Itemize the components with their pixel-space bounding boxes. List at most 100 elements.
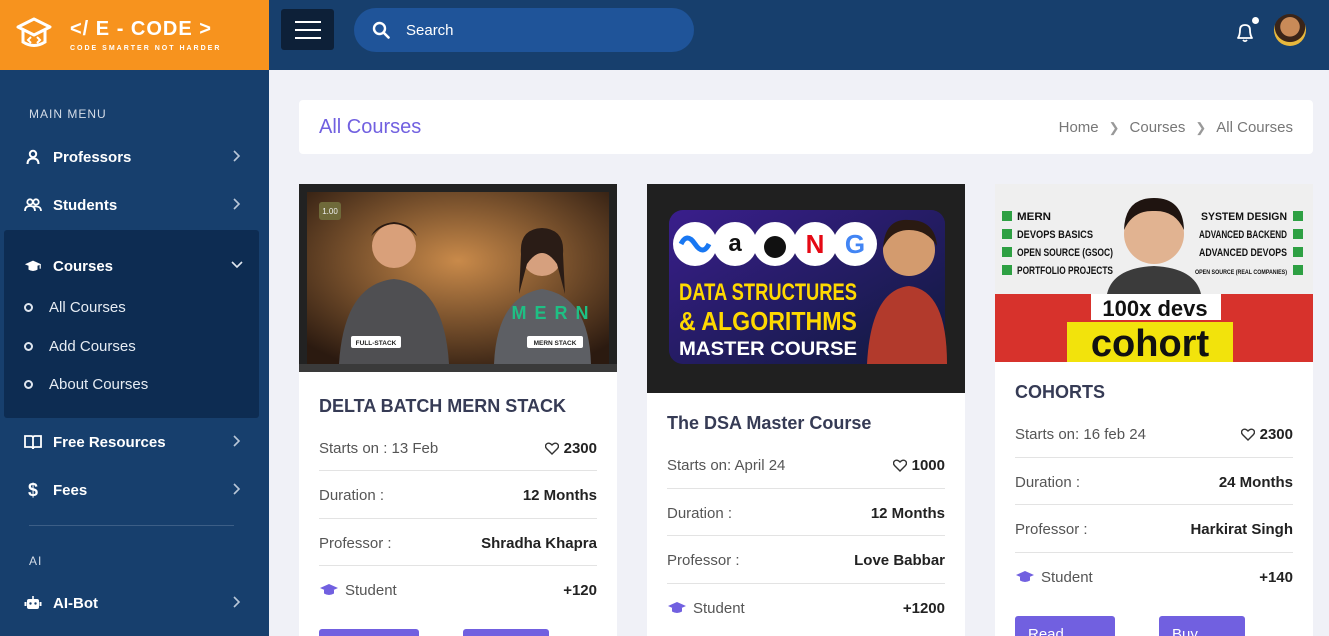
thumb-mern-text: MERN: [512, 303, 597, 323]
sidebar-item-ai-bot[interactable]: AI-Bot: [24, 591, 244, 615]
course-professor-row: Professor : Love Babbar: [667, 550, 945, 570]
user-icon: [24, 148, 42, 166]
course-thumbnail-image: a N G DATA STRUCTURES & ALGORITHMS MASTE…: [647, 184, 965, 393]
course-card: 1.00 MERN FULL-STACK MERN STACK DELTA BA…: [299, 184, 617, 636]
sidebar-item-label: Professors: [53, 148, 132, 166]
sidebar-item-courses[interactable]: Courses: [24, 254, 244, 278]
course-start-row: Starts on: April 24 1000: [667, 455, 945, 475]
chevron-right-icon: [233, 483, 241, 495]
graduation-cap-icon: [1016, 570, 1034, 582]
notifications-button[interactable]: [1227, 14, 1263, 50]
page-title: All Courses: [319, 116, 422, 138]
course-likes[interactable]: 1000: [892, 456, 945, 474]
course-student-row: Student +140: [1015, 567, 1293, 587]
course-start-row: Starts on: 16 feb 24 2300: [1015, 424, 1293, 444]
student-label: Student: [345, 581, 397, 599]
sub-item-label: About Courses: [49, 376, 149, 393]
menu-icon-bar: [294, 28, 321, 31]
buy-now-button[interactable]: Buy Now: [1159, 616, 1245, 636]
thumb-left-item: DEVOPS BASICS: [1017, 229, 1093, 241]
course-likes[interactable]: 2300: [1240, 426, 1293, 443]
bullet-icon: [24, 342, 33, 351]
divider: [1015, 457, 1293, 458]
thumb-right-item: OPEN SOURCE (REAL COMPANIES): [1195, 270, 1287, 276]
main-menu-heading: MAIN MENU: [29, 107, 107, 121]
divider: [667, 488, 945, 489]
course-title[interactable]: DELTA BATCH MERN STACK: [319, 396, 566, 417]
sidebar-item-fees[interactable]: $ Fees: [24, 478, 244, 502]
chevron-right-icon: [233, 198, 241, 210]
course-thumbnail-image: MERN DEVOPS BASICS OPEN SOURCE (GSOC) PO…: [995, 184, 1313, 362]
users-icon: [24, 196, 42, 214]
divider: [319, 565, 597, 566]
sidebar-sub-all-courses[interactable]: All Courses: [24, 299, 126, 316]
student-count: +140: [1259, 568, 1293, 586]
sub-item-label: All Courses: [49, 299, 126, 316]
ai-heading: AI: [29, 554, 43, 568]
sidebar-item-label: Fees: [53, 481, 88, 499]
heart-icon: [544, 442, 559, 455]
sidebar-item-free-resources[interactable]: Free Resources: [24, 430, 244, 454]
duration-label: Duration :: [667, 504, 733, 522]
logo-icon: [16, 17, 52, 47]
divider: [1015, 504, 1293, 505]
logo[interactable]: </ E - CODE > CODE SMARTER NOT HARDER: [0, 0, 269, 70]
dollar-icon: $: [27, 479, 38, 500]
thumb-line-1: DATA STRUCTURES: [679, 279, 857, 306]
chevron-down-icon: [231, 261, 243, 269]
read-more-button[interactable]: Read More: [1015, 616, 1115, 636]
search-icon: [372, 21, 390, 39]
heart-icon: [892, 459, 907, 472]
menu-toggle-button[interactable]: [281, 9, 334, 50]
course-card: a N G DATA STRUCTURES & ALGORITHMS MASTE…: [647, 184, 965, 636]
course-title[interactable]: The DSA Master Course: [667, 413, 871, 434]
thumb-left-item: OPEN SOURCE (GSOC): [1017, 247, 1113, 259]
notification-badge: [1252, 17, 1259, 24]
course-likes-count: 1000: [911, 456, 945, 474]
sidebar-item-students[interactable]: Students: [24, 193, 244, 217]
sidebar-sub-about-courses[interactable]: About Courses: [24, 376, 148, 393]
chevron-right-icon: ❯: [1195, 119, 1207, 135]
duration-label: Duration :: [1015, 473, 1081, 491]
sidebar-item-label: Courses: [53, 257, 114, 275]
professor-name: Love Babbar: [854, 551, 945, 569]
course-professor-row: Professor : Harkirat Singh: [1015, 519, 1293, 539]
course-start-row: Starts on : 13 Feb 2300: [319, 438, 597, 458]
thumb-right-tag: MERN STACK: [534, 340, 577, 347]
professor-name: Harkirat Singh: [1190, 520, 1293, 538]
student-count: +120: [563, 581, 597, 599]
course-thumbnail[interactable]: a N G DATA STRUCTURES & ALGORITHMS MASTE…: [647, 184, 965, 393]
chevron-right-icon: [233, 596, 241, 608]
course-likes-count: 2300: [563, 439, 597, 457]
book-icon: [24, 433, 42, 451]
breadcrumb-courses[interactable]: Courses: [1130, 119, 1186, 136]
course-start-date: Starts on : 13 Feb: [319, 439, 439, 457]
course-title[interactable]: COHORTS: [1015, 382, 1105, 403]
course-start-date: Starts on: 16 feb 24: [1015, 425, 1146, 443]
brand-tagline: CODE SMARTER NOT HARDER: [70, 44, 222, 52]
course-thumbnail[interactable]: 1.00 MERN FULL-STACK MERN STACK: [299, 184, 617, 372]
thumb-devs-text: 100x devs: [1102, 296, 1207, 321]
course-duration-row: Duration : 12 Months: [667, 503, 945, 523]
thumb-line-2: & ALGORITHMS: [679, 306, 857, 336]
sidebar-sub-add-courses[interactable]: Add Courses: [24, 338, 136, 355]
course-thumbnail[interactable]: MERN DEVOPS BASICS OPEN SOURCE (GSOC) PO…: [995, 184, 1313, 362]
sidebar-item-label: Students: [53, 196, 118, 214]
breadcrumb-current: All Courses: [1216, 119, 1293, 136]
graduation-cap-icon: [320, 583, 338, 595]
course-likes[interactable]: 2300: [544, 439, 597, 457]
duration-value: 12 Months: [870, 504, 945, 522]
read-more-button[interactable]: [319, 629, 419, 636]
user-avatar[interactable]: [1274, 14, 1306, 46]
svg-text:a: a: [728, 230, 742, 257]
divider: [667, 583, 945, 584]
breadcrumb-home[interactable]: Home: [1059, 119, 1099, 136]
svg-text:G: G: [845, 229, 865, 259]
course-student-row: Student +120: [319, 580, 597, 600]
buy-now-button[interactable]: [463, 629, 549, 636]
sidebar-item-label: AI-Bot: [53, 594, 98, 612]
thumb-right-item: SYSTEM DESIGN: [1201, 211, 1287, 223]
duration-value: 12 Months: [522, 486, 597, 504]
sidebar-item-professors[interactable]: Professors: [24, 145, 244, 169]
search-input[interactable]: [406, 21, 656, 39]
